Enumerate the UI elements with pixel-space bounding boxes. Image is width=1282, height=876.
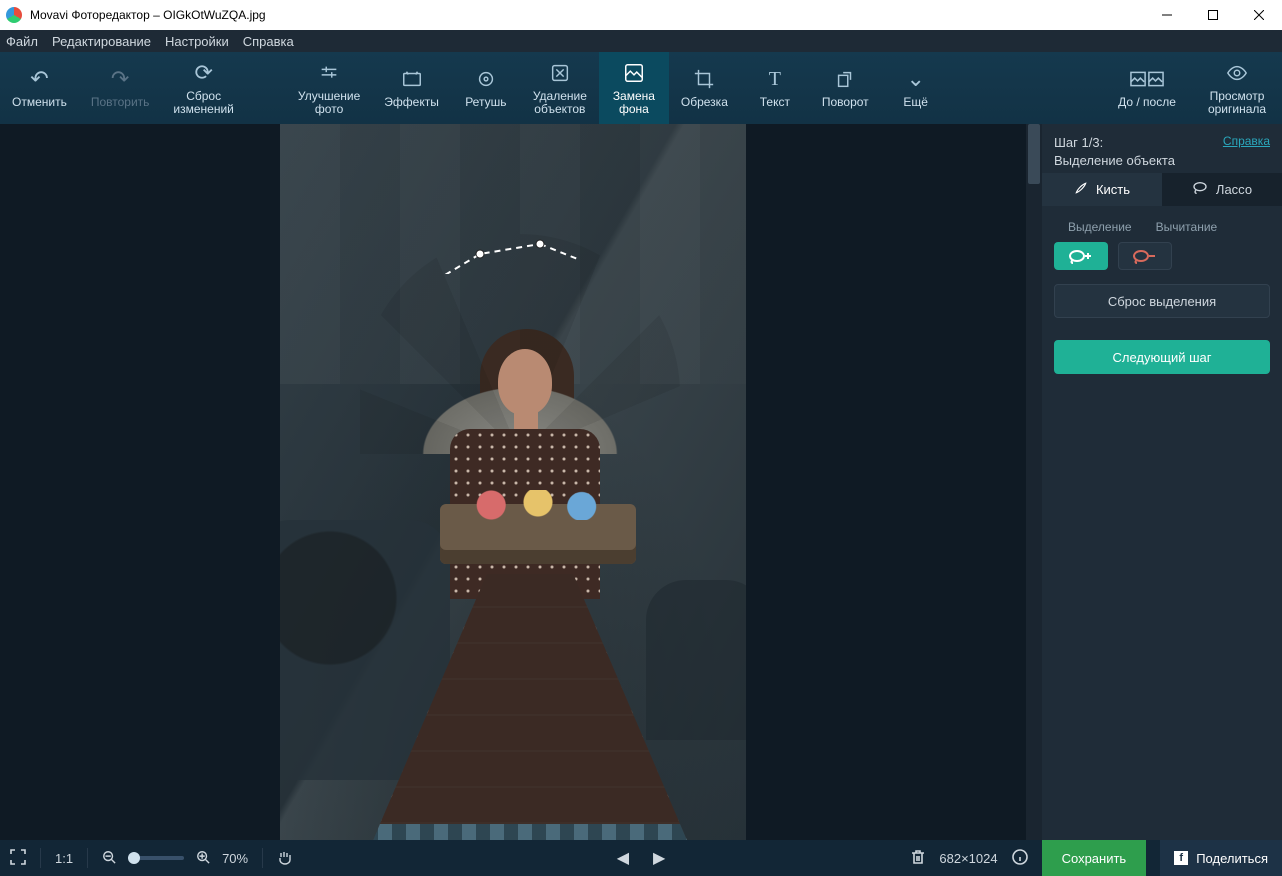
- window-title: Movavi Фоторедактор – OIGkOtWuZQA.jpg: [30, 8, 1144, 22]
- selection-subtract-button[interactable]: [1118, 242, 1172, 270]
- reset-selection-button[interactable]: Сброс выделения: [1054, 284, 1270, 318]
- info-button[interactable]: [1012, 849, 1028, 868]
- fullscreen-button[interactable]: [10, 849, 26, 868]
- crop-label: Обрезка: [681, 96, 728, 109]
- background-icon: [623, 60, 645, 86]
- text-icon: T: [769, 66, 781, 92]
- crop-button[interactable]: Обрезка: [669, 52, 740, 124]
- right-panel: Шаг 1/3: Выделение объекта Справка Кисть…: [1042, 124, 1282, 840]
- reset-label: Сброс изменений: [173, 90, 233, 116]
- retouch-button[interactable]: Ретушь: [451, 52, 521, 124]
- menu-help[interactable]: Справка: [243, 34, 294, 49]
- rotate-button[interactable]: Поворот: [810, 52, 881, 124]
- menubar: Файл Редактирование Настройки Справка: [0, 30, 1282, 52]
- effects-icon: [401, 66, 423, 92]
- selection-tool-tabs: Кисть Лассо: [1042, 173, 1282, 206]
- tab-lasso-label: Лассо: [1216, 182, 1252, 197]
- undo-icon: ↶: [30, 66, 48, 92]
- bg-label: Замена фона: [613, 90, 655, 116]
- before-after-button[interactable]: До / после: [1102, 52, 1192, 124]
- effects-label: Эффекты: [384, 96, 439, 109]
- delete-button[interactable]: [911, 849, 925, 868]
- close-button[interactable]: [1236, 0, 1282, 30]
- retouch-label: Ретушь: [465, 96, 506, 109]
- tab-brush[interactable]: Кисть: [1042, 173, 1162, 206]
- redo-button[interactable]: ↷ Повторить: [79, 52, 162, 124]
- minimize-button[interactable]: [1144, 0, 1190, 30]
- before-after-label: До / после: [1118, 96, 1176, 109]
- zoom-in-button[interactable]: [196, 850, 210, 867]
- rotate-icon: [834, 66, 856, 92]
- view-original-button[interactable]: Просмотр оригинала: [1192, 52, 1282, 124]
- enhance-button[interactable]: Улучшение фото: [286, 52, 372, 124]
- share-label: Поделиться: [1196, 851, 1268, 866]
- undo-label: Отменить: [12, 96, 67, 109]
- save-button[interactable]: Сохранить: [1042, 840, 1147, 876]
- menu-file[interactable]: Файл: [6, 34, 38, 49]
- rotate-label: Поворот: [822, 96, 869, 109]
- reset-icon: ⟳: [194, 60, 212, 86]
- text-button[interactable]: T Текст: [740, 52, 810, 124]
- menu-settings[interactable]: Настройки: [165, 34, 229, 49]
- zoom-slider[interactable]: [128, 856, 184, 860]
- reset-button[interactable]: ⟳ Сброс изменений: [161, 52, 245, 124]
- brush-icon: [1074, 181, 1088, 198]
- retouch-icon: [475, 66, 497, 92]
- label-select: Выделение: [1068, 220, 1132, 234]
- compare-icon: [1130, 66, 1164, 92]
- scrollbar-thumb[interactable]: [1028, 124, 1040, 184]
- selection-add-button[interactable]: [1054, 242, 1108, 270]
- step-line2: Выделение объекта: [1054, 152, 1175, 170]
- titlebar: Movavi Фоторедактор – OIGkOtWuZQA.jpg: [0, 0, 1282, 30]
- tab-brush-label: Кисть: [1096, 182, 1130, 197]
- prev-image-button[interactable]: ◀: [617, 848, 629, 868]
- text-label: Текст: [760, 96, 790, 109]
- eye-icon: [1226, 60, 1248, 86]
- canvas[interactable]: [0, 124, 1042, 840]
- menu-edit[interactable]: Редактирование: [52, 34, 151, 49]
- image-dimensions: 682×1024: [939, 851, 997, 866]
- actual-size-button[interactable]: 1:1: [55, 851, 73, 866]
- zoom-slider-knob[interactable]: [128, 852, 140, 864]
- redo-icon: ↷: [111, 66, 129, 92]
- pan-button[interactable]: [277, 849, 293, 868]
- redo-label: Повторить: [91, 96, 150, 109]
- enhance-label: Улучшение фото: [298, 90, 360, 116]
- zoom-out-button[interactable]: [102, 850, 116, 867]
- more-label: Ещё: [903, 96, 928, 109]
- share-button[interactable]: f Поделиться: [1160, 840, 1282, 876]
- remove-icon: [549, 60, 571, 86]
- tab-lasso[interactable]: Лассо: [1162, 173, 1282, 206]
- toolbar: ↶ Отменить ↷ Повторить ⟳ Сброс изменений…: [0, 52, 1282, 124]
- undo-button[interactable]: ↶ Отменить: [0, 52, 79, 124]
- step-indicator: Шаг 1/3: Выделение объекта: [1054, 134, 1175, 169]
- panel-help-link[interactable]: Справка: [1223, 134, 1270, 148]
- label-subtract: Вычитание: [1156, 220, 1218, 234]
- next-image-button[interactable]: ▶: [653, 848, 665, 868]
- background-replace-button[interactable]: Замена фона: [599, 52, 669, 124]
- crop-icon: [693, 66, 715, 92]
- maximize-button[interactable]: [1190, 0, 1236, 30]
- step-line1: Шаг 1/3:: [1054, 134, 1175, 152]
- app-logo-icon: [6, 7, 22, 23]
- facebook-icon: f: [1174, 851, 1188, 865]
- remove-objects-button[interactable]: Удаление объектов: [521, 52, 599, 124]
- effects-button[interactable]: Эффекты: [372, 52, 451, 124]
- bottombar: 1:1 70% ◀ ▶ 682×1024 Сохранить f Поделит…: [0, 840, 1282, 876]
- lasso-icon: [1192, 181, 1208, 198]
- next-step-button[interactable]: Следующий шаг: [1054, 340, 1270, 374]
- zoom-value: 70%: [222, 851, 248, 866]
- enhance-icon: [318, 60, 340, 86]
- view-original-label: Просмотр оригинала: [1208, 90, 1266, 116]
- main-area: Шаг 1/3: Выделение объекта Справка Кисть…: [0, 124, 1282, 840]
- lasso-selection-overlay: [280, 124, 580, 274]
- vertical-scrollbar[interactable]: [1026, 124, 1042, 840]
- chevron-down-icon: ⌄: [906, 66, 924, 92]
- edited-image: [280, 124, 746, 840]
- remove-label: Удаление объектов: [533, 90, 587, 116]
- more-button[interactable]: ⌄ Ещё: [881, 52, 951, 124]
